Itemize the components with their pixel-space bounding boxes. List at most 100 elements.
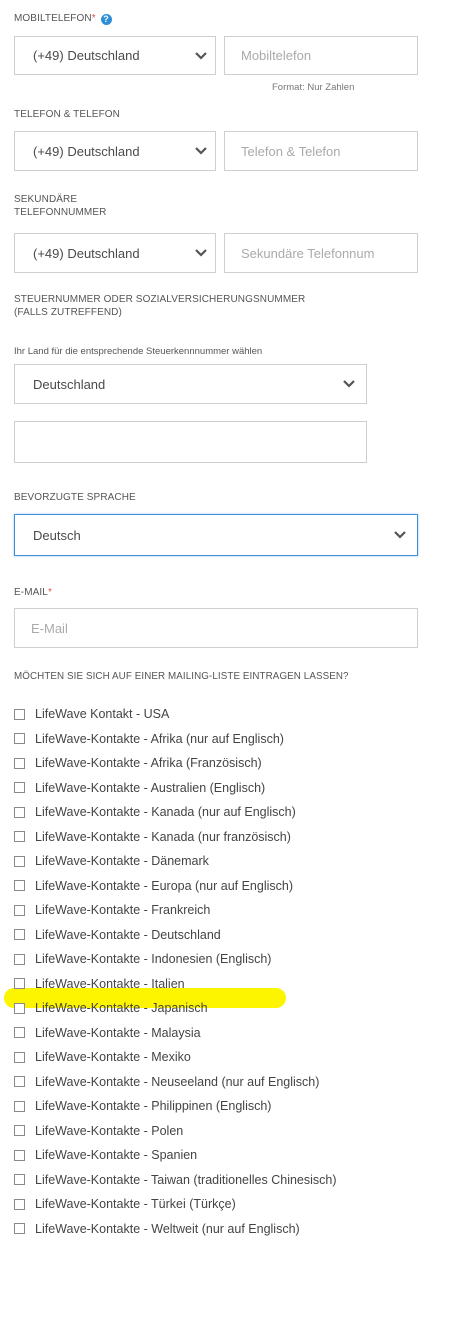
mailing-list-item[interactable]: LifeWave-Kontakte - Japanisch (14, 998, 208, 1018)
mailing-list-item-label: LifeWave-Kontakte - Kanada (nur auf Engl… (35, 805, 296, 819)
mailing-list-item-label: LifeWave-Kontakte - Philippinen (Englisc… (35, 1099, 272, 1113)
required-mark: * (91, 13, 96, 24)
mailing-list-checkbox[interactable] (14, 1198, 25, 1210)
language-select[interactable]: Deutsch (14, 514, 418, 556)
mailing-list-item-label: LifeWave-Kontakte - Taiwan (traditionell… (35, 1172, 337, 1187)
mailing-list-item[interactable]: LifeWave-Kontakte - Philippinen (Englisc… (14, 1096, 271, 1116)
tax-label-line2: (FALLS ZUTREFFEND) (14, 307, 122, 318)
mailing-list-checkbox[interactable] (14, 1027, 25, 1038)
secondary-phone-label-line1: SEKUNDÄRE (14, 194, 78, 205)
mailing-list-item[interactable]: LifeWave-Kontakte - Spanien (14, 1145, 197, 1165)
phone-country-select[interactable]: (+49) Deutschland (14, 131, 216, 171)
mailing-list-checkbox[interactable] (14, 1223, 25, 1234)
mailing-list-item[interactable]: LifeWave-Kontakte - Frankreich (14, 900, 210, 920)
mailing-list-item[interactable]: LifeWave-Kontakte - Afrika (Französisch) (14, 753, 262, 773)
mailing-list-item-label: LifeWave-Kontakte - Japanisch (35, 1001, 208, 1015)
phone-country-value: (+49) Deutschland (33, 143, 140, 159)
phone-input[interactable]: Telefon & Telefon (224, 131, 418, 171)
email-input[interactable]: E-Mail (14, 608, 418, 648)
mailing-list-item[interactable]: LifeWave-Kontakte - Australien (Englisch… (14, 778, 265, 798)
mailing-list-item[interactable]: LifeWave-Kontakte - Malaysia (14, 1023, 201, 1043)
mailing-list-checkbox[interactable] (14, 1174, 25, 1185)
mobile-label-text: MOBILTELEFON (14, 13, 92, 24)
mailing-list-checkbox[interactable] (14, 880, 25, 891)
mailing-list-checkbox[interactable] (14, 708, 25, 720)
mailing-list-item[interactable]: LifeWave-Kontakte - Neuseeland (nur auf … (14, 1072, 319, 1092)
question-circle-icon[interactable]: ? (100, 14, 112, 25)
mailing-list-item-label: LifeWave-Kontakte - Europa (nur auf Engl… (35, 878, 293, 893)
mailing-list-item[interactable]: LifeWave-Kontakte - Polen (14, 1121, 183, 1141)
chevron-down-icon (187, 249, 215, 257)
mailing-list-checkbox[interactable] (14, 757, 25, 769)
mailing-list-item-label: LifeWave-Kontakte - Afrika (nur auf Engl… (35, 731, 284, 746)
mailing-list-item-label: LifeWave-Kontakte - Türkei (Türkçe) (35, 1197, 236, 1211)
secondary-phone-country-select[interactable]: (+49) Deutschland (14, 233, 216, 273)
mobile-format-hint: Format: Nur Zahlen (272, 82, 355, 93)
mobile-input[interactable]: Mobiltelefon (224, 36, 418, 75)
mailing-list-item[interactable]: LifeWave-Kontakte - Indonesien (Englisch… (14, 949, 271, 969)
mailing-list-checkbox[interactable] (14, 831, 25, 842)
mailing-list-item-label: LifeWave-Kontakte - Dänemark (35, 854, 209, 868)
mailing-list-item[interactable]: LifeWave-Kontakte - Kanada (nur auf Engl… (14, 802, 296, 822)
phone-placeholder: Telefon & Telefon (241, 143, 341, 159)
email-label-text: E-MAIL (14, 587, 48, 598)
mailing-list-checkbox[interactable] (14, 1100, 25, 1112)
tax-country-hint: Ihr Land für die entsprechende Steuerken… (14, 346, 263, 357)
mailing-list-item-label: LifeWave-Kontakte - Polen (35, 1123, 184, 1138)
secondary-phone-label-line2: TELEFONNUMMER (14, 207, 107, 218)
mailing-list-checkbox[interactable] (14, 929, 25, 940)
tax-country-select[interactable]: Deutschland (14, 364, 367, 404)
chevron-down-icon (187, 147, 215, 155)
tax-number-input[interactable] (14, 421, 367, 463)
chevron-down-icon (332, 380, 366, 388)
mailing-list-item[interactable]: LifeWave-Kontakte - Dänemark (14, 851, 209, 871)
mailing-list-checkbox[interactable] (14, 733, 25, 744)
mailing-list-checkbox[interactable] (14, 1051, 25, 1063)
email-placeholder: E-Mail (31, 620, 68, 636)
mailing-list-item[interactable]: LifeWave-Kontakte - Afrika (nur auf Engl… (14, 729, 284, 749)
mailing-list-item[interactable]: LifeWave-Kontakte - Weltweit (nur auf En… (14, 1219, 300, 1239)
mailing-list-item[interactable]: LifeWave-Kontakte - Taiwan (traditionell… (14, 1170, 337, 1190)
mobile-country-select[interactable]: (+49) Deutschland (14, 36, 216, 75)
mailing-list-item[interactable]: LifeWave-Kontakte - Mexiko (14, 1047, 191, 1067)
mailing-list-item-label: LifeWave-Kontakte - Malaysia (35, 1025, 201, 1040)
mailing-list-checkbox[interactable] (14, 978, 25, 989)
mailing-list-item-label: LifeWave-Kontakte - Kanada (nur französi… (35, 829, 291, 844)
mailing-list-item-label: LifeWave-Kontakte - Mexiko (35, 1050, 191, 1064)
mailing-list-item-label: LifeWave-Kontakte - Weltweit (nur auf En… (35, 1221, 300, 1236)
mailing-list-item-label: LifeWave-Kontakte - Deutschland (35, 927, 221, 942)
mailing-list-checkbox[interactable] (14, 953, 25, 965)
chevron-down-icon (383, 531, 417, 539)
mailing-list-checkbox[interactable] (14, 855, 25, 867)
mailing-list-item[interactable]: LifeWave-Kontakte - Türkei (Türkçe) (14, 1194, 236, 1214)
phone-label: TELEFON & TELEFON (14, 109, 120, 120)
mobile-country-value: (+49) Deutschland (33, 48, 140, 63)
mailing-list-item-label: LifeWave-Kontakte - Australien (Englisch… (35, 780, 266, 795)
mailing-list-checkbox[interactable] (14, 1002, 25, 1014)
chevron-down-icon (187, 51, 215, 60)
mailing-list-checkbox[interactable] (14, 1076, 25, 1087)
tax-country-value: Deutschland (33, 376, 106, 392)
mailing-list-checkbox[interactable] (14, 806, 25, 818)
mailing-list-item-label: LifeWave-Kontakte - Indonesien (Englisch… (35, 952, 272, 966)
mailing-list-item[interactable]: LifeWave-Kontakte - Italien (14, 974, 185, 994)
mailing-list-item-label: LifeWave-Kontakte - Afrika (Französisch) (35, 756, 262, 770)
email-label: E-MAIL* (14, 586, 52, 599)
secondary-phone-country-value: (+49) Deutschland (33, 245, 140, 261)
language-label: BEVORZUGTE SPRACHE (14, 492, 136, 503)
mobile-label: MOBILTELEFON* ? (14, 12, 112, 25)
mailing-list-item[interactable]: LifeWave-Kontakte - Europa (nur auf Engl… (14, 876, 293, 896)
mailing-list-checkbox[interactable] (14, 782, 25, 793)
tax-label: STEUERNUMMER ODER SOZIALVERSICHERUNGSNUM… (14, 293, 305, 319)
mobile-placeholder: Mobiltelefon (241, 48, 312, 63)
mailing-list-item[interactable]: LifeWave Kontakt - USA (14, 704, 169, 724)
mailing-list-item-label: LifeWave Kontakt - USA (35, 707, 170, 721)
mailing-list-item[interactable]: LifeWave-Kontakte - Deutschland (14, 925, 221, 945)
mailing-list-checkbox[interactable] (14, 1149, 25, 1161)
secondary-phone-input[interactable]: Sekundäre Telefonnum (224, 233, 418, 273)
mailing-list-item-label: LifeWave-Kontakte - Frankreich (35, 903, 211, 917)
mailing-list-item[interactable]: LifeWave-Kontakte - Kanada (nur französi… (14, 827, 291, 847)
mailing-list-checkbox[interactable] (14, 1125, 25, 1136)
mailing-list-item-label: LifeWave-Kontakte - Italien (35, 976, 185, 991)
mailing-list-checkbox[interactable] (14, 904, 25, 916)
